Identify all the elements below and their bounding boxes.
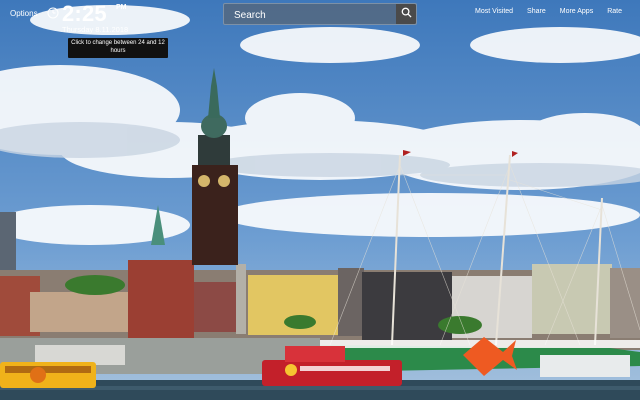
options-button[interactable]: Options — [10, 6, 60, 20]
clock-date: Thursday 8.11.2018 — [62, 25, 129, 34]
background-wallpaper — [0, 0, 640, 400]
clock-ampm: PM — [116, 4, 127, 11]
search-input[interactable] — [232, 6, 396, 24]
top-bar: Options 2:25 PM Thursday 8.11.2018 Click… — [0, 0, 640, 58]
search-bar — [223, 3, 417, 25]
clock-tooltip: Click to change between 24 and 12 hours — [68, 38, 168, 58]
share-link[interactable]: Share — [527, 8, 546, 15]
search-button[interactable] — [396, 4, 416, 24]
clock-widget[interactable]: 2:25 PM Thursday 8.11.2018 — [62, 1, 128, 34]
top-nav: Most Visited Share More Apps Rate — [475, 8, 622, 15]
rate-link[interactable]: Rate — [607, 8, 622, 15]
search-icon — [401, 5, 412, 23]
gear-icon[interactable] — [46, 6, 60, 20]
more-apps-link[interactable]: More Apps — [560, 8, 593, 15]
clock-time[interactable]: 2:25 — [62, 1, 107, 26]
options-label: Options — [10, 8, 38, 18]
most-visited-link[interactable]: Most Visited — [475, 8, 513, 15]
